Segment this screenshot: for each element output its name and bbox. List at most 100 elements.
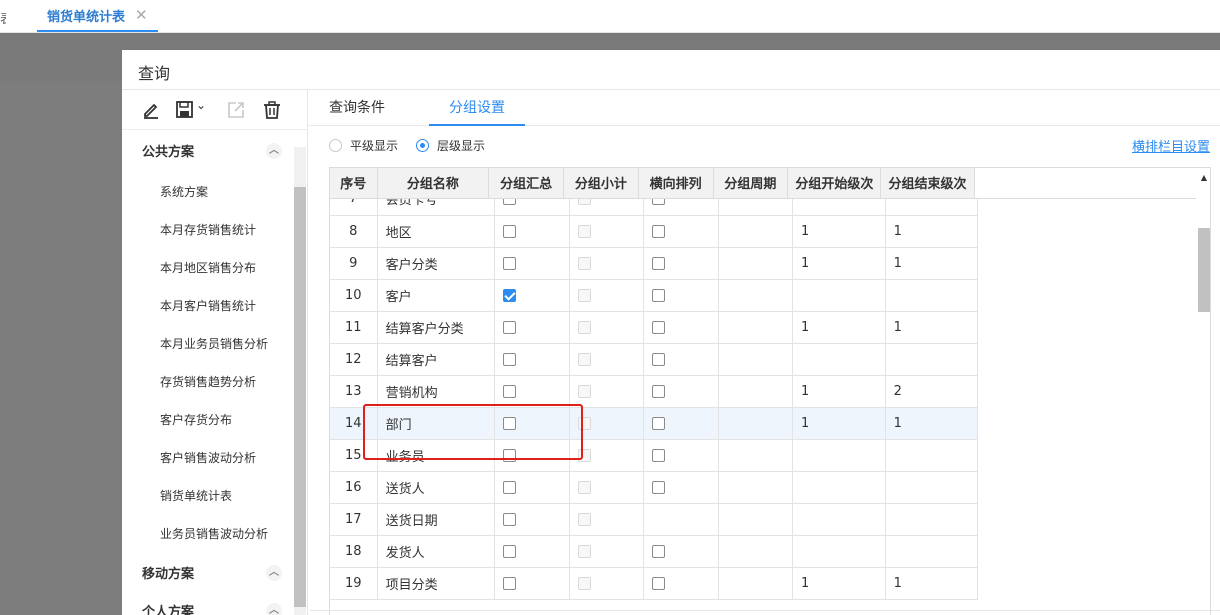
group-sum-checkbox[interactable]: [502, 480, 516, 494]
scheme-item[interactable]: 本月地区销售分布: [160, 259, 256, 276]
table-row[interactable]: 15 业务员: [330, 439, 1210, 472]
group-sum-checkbox[interactable]: [502, 256, 516, 270]
group-subtotal-cell: [569, 247, 645, 280]
scheme-item[interactable]: 存货销售趋势分析: [160, 373, 256, 390]
horizontal-checkbox[interactable]: [652, 576, 666, 590]
group-sum-checkbox[interactable]: [502, 352, 516, 366]
chevron-up-icon[interactable]: ︿: [266, 603, 282, 615]
horizontal-checkbox[interactable]: [652, 384, 666, 398]
tab-group-settings[interactable]: 分组设置: [429, 90, 525, 126]
radio-tree[interactable]: [416, 138, 430, 152]
group-sum-checkbox[interactable]: [502, 416, 516, 430]
table-row[interactable]: 13 营销机构 1 2: [330, 375, 1210, 408]
group-sum-checkbox[interactable]: [502, 512, 516, 526]
group-end-level: [885, 343, 979, 376]
chevron-down-icon[interactable]: ⌄: [196, 98, 206, 112]
table-row[interactable]: 10 客户: [330, 279, 1210, 312]
group-sum-checkbox[interactable]: [502, 199, 516, 206]
group-sum-checkbox[interactable]: [502, 448, 516, 462]
table-row[interactable]: 12 结算客户: [330, 343, 1210, 376]
group-start-level: [792, 503, 886, 536]
table-row[interactable]: 19 项目分类 1 1: [330, 567, 1210, 600]
scrollbar-thumb[interactable]: [1198, 228, 1210, 312]
horizontal-checkbox[interactable]: [652, 256, 666, 270]
group-sum-checkbox[interactable]: [502, 384, 516, 398]
tab-query-conditions[interactable]: 查询条件: [329, 90, 385, 126]
scheme-item[interactable]: 客户存货分布: [160, 411, 232, 428]
public-scheme-group[interactable]: 公共方案 ︿: [142, 141, 282, 161]
personal-scheme-group[interactable]: 个人方案 ︿: [142, 601, 282, 615]
group-end-level: 1: [885, 311, 979, 344]
group-period: [718, 535, 793, 568]
group-name: 地区: [377, 215, 495, 248]
row-number: 8: [330, 215, 378, 248]
group-subtotal-checkbox: [577, 224, 591, 238]
table-row[interactable]: 11 结算客户分类 1 1: [330, 311, 1210, 344]
horizontal-cell: [643, 279, 720, 312]
group-label: 个人方案: [142, 605, 195, 615]
grid-scrollbar[interactable]: ▲ ▼: [1196, 168, 1210, 615]
horizontal-checkbox[interactable]: [652, 448, 666, 462]
scheme-item[interactable]: 本月客户销售统计: [160, 297, 256, 314]
group-name: 项目分类: [377, 567, 495, 600]
group-sum-cell: [494, 471, 570, 504]
group-end-level: 1: [885, 215, 979, 248]
tab-sales-stat[interactable]: 销货单统计表 ✕: [37, 0, 158, 32]
table-row[interactable]: 18 发货人: [330, 535, 1210, 568]
scroll-up-icon[interactable]: ▲: [1199, 173, 1209, 183]
group-subtotal-checkbox: [577, 512, 591, 526]
previous-tab-fragment[interactable]: 表: [0, 8, 6, 24]
edit-icon[interactable]: [140, 99, 162, 121]
scheme-item[interactable]: 本月存货销售统计: [160, 221, 256, 238]
scrollbar-thumb[interactable]: [294, 187, 306, 607]
group-period: [718, 567, 793, 600]
group-name: 发货人: [377, 535, 495, 568]
scheme-item[interactable]: 本月业务员销售分析: [160, 335, 268, 352]
table-row[interactable]: 17 送货日期: [330, 503, 1210, 536]
column-header-filler: [974, 168, 1210, 199]
row-number: 14: [330, 407, 378, 440]
scheme-scrollbar[interactable]: [294, 147, 306, 615]
horizontal-checkbox[interactable]: [652, 480, 666, 494]
scheme-item[interactable]: 客户销售波动分析: [160, 449, 256, 466]
group-subtotal-checkbox: [577, 288, 591, 302]
scheme-item[interactable]: 业务员销售波动分析: [160, 525, 268, 542]
table-row[interactable]: 14 部门 1 1: [330, 407, 1210, 440]
horizontal-checkbox[interactable]: [652, 352, 666, 366]
group-sum-checkbox[interactable]: [502, 576, 516, 590]
group-subtotal-cell: [569, 471, 645, 504]
chevron-up-icon[interactable]: ︿: [266, 143, 282, 159]
group-period: [718, 471, 793, 504]
group-sum-checkbox[interactable]: [502, 224, 516, 238]
mobile-scheme-group[interactable]: 移动方案 ︿: [142, 563, 282, 583]
delete-icon[interactable]: [261, 99, 283, 121]
table-row[interactable]: 9 客户分类 1 1: [330, 247, 1210, 280]
group-sum-cell: [494, 375, 570, 408]
horizontal-column-settings-link[interactable]: 横排栏目设置: [1132, 136, 1210, 155]
group-sum-checkbox[interactable]: [502, 320, 516, 334]
row-filler: [977, 311, 1210, 343]
table-row[interactable]: 7会员卡号: [330, 199, 1210, 216]
chevron-up-icon[interactable]: ︿: [266, 565, 282, 581]
group-sum-checkbox[interactable]: [502, 544, 516, 558]
group-name: 送货日期: [377, 503, 495, 536]
column-header: 分组名称: [377, 168, 490, 199]
scheme-item[interactable]: 销货单统计表: [160, 487, 232, 504]
radio-flat[interactable]: [329, 138, 342, 152]
horizontal-checkbox[interactable]: [652, 224, 666, 238]
table-row[interactable]: 16 送货人: [330, 471, 1210, 504]
horizontal-checkbox[interactable]: [652, 288, 666, 302]
scheme-item[interactable]: 系统方案: [160, 183, 208, 200]
horizontal-checkbox[interactable]: [652, 544, 666, 558]
group-sum-checkbox[interactable]: [502, 288, 516, 302]
close-icon[interactable]: ✕: [135, 6, 148, 24]
horizontal-checkbox[interactable]: [652, 199, 666, 206]
horizontal-checkbox[interactable]: [652, 320, 666, 334]
horizontal-checkbox[interactable]: [652, 416, 666, 430]
group-settings-grid: 序号分组名称分组汇总分组小计横向排列分组周期分组开始级次分组结束级次 7会员卡号…: [329, 167, 1211, 615]
export-icon[interactable]: [225, 99, 247, 121]
radio-flat-label[interactable]: 平级显示: [350, 137, 398, 154]
table-row[interactable]: 8 地区 1 1: [330, 215, 1210, 248]
radio-tree-label[interactable]: 层级显示: [437, 137, 485, 154]
save-icon[interactable]: [174, 99, 196, 121]
